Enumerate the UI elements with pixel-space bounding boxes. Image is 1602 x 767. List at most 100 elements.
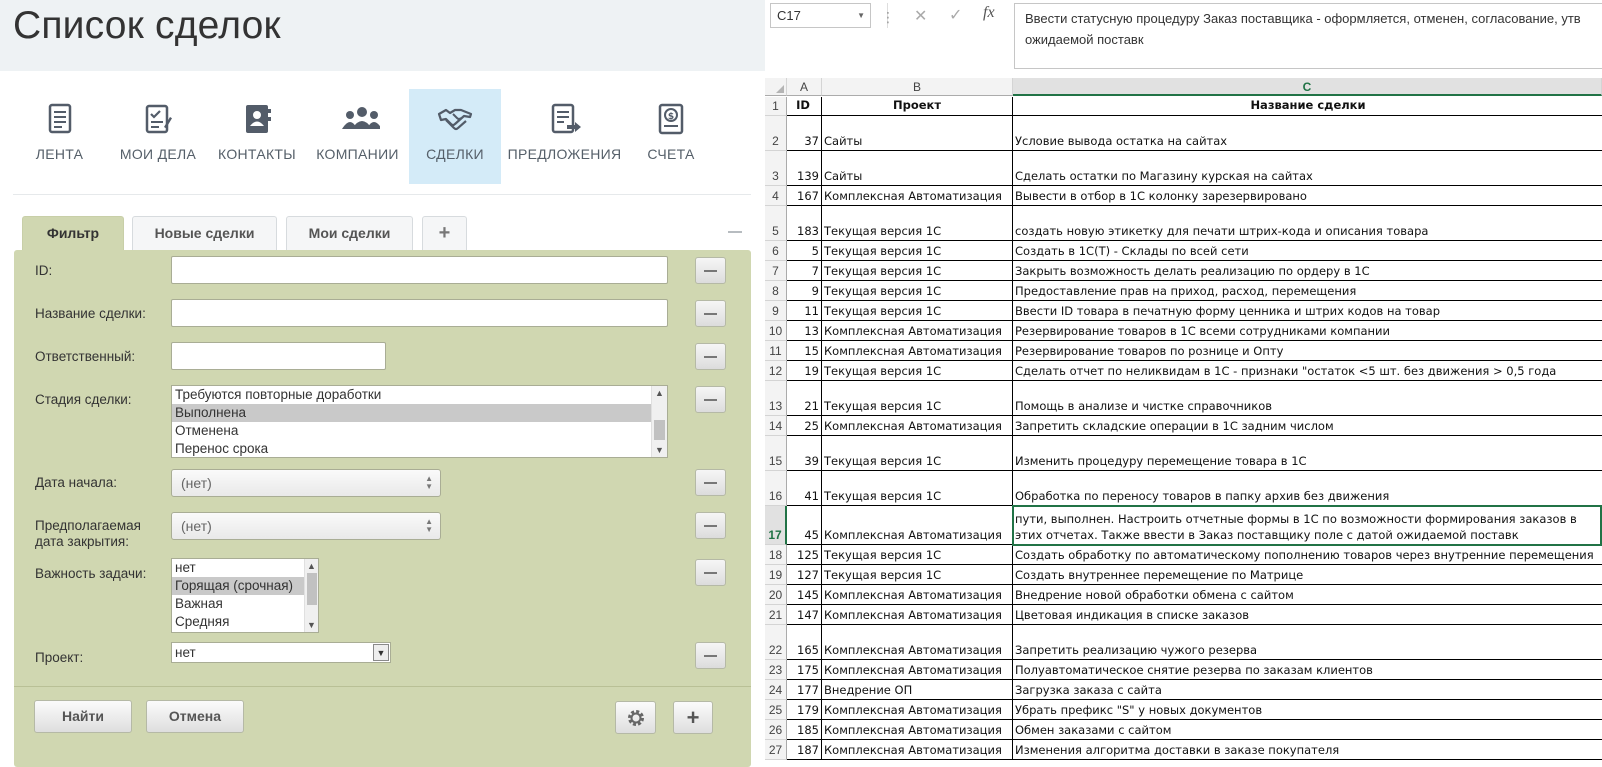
cell-deal-name[interactable]: Полуавтоматическое снятие резерва по зак… bbox=[1013, 660, 1602, 680]
row-header[interactable]: 23 bbox=[765, 660, 787, 680]
deal-name-field[interactable] bbox=[171, 299, 668, 327]
row-header[interactable]: 13 bbox=[765, 381, 787, 416]
stage-option[interactable]: Требуются повторные доработки bbox=[172, 386, 667, 404]
project-select[interactable]: нет ▼ bbox=[171, 642, 391, 663]
tab-new-deals[interactable]: Новые сделки bbox=[132, 216, 277, 250]
scroll-up-icon[interactable]: ▲ bbox=[652, 386, 667, 400]
row-header[interactable]: 18 bbox=[765, 545, 787, 565]
cell-id[interactable]: 127 bbox=[787, 565, 822, 585]
nav-item-feed[interactable]: ЛЕНТА bbox=[13, 89, 106, 184]
cell-project[interactable]: Комплексная Автоматизация bbox=[822, 416, 1013, 436]
formula-bar[interactable]: Ввести статусную процедуру Заказ поставщ… bbox=[1014, 3, 1602, 69]
cell-id[interactable]: 19 bbox=[787, 361, 822, 381]
cell-project[interactable]: Текущая версия 1С bbox=[822, 471, 1013, 506]
cell-id[interactable]: ID bbox=[787, 97, 822, 116]
priority-option[interactable]: Важная bbox=[172, 595, 318, 613]
cell-id[interactable]: 41 bbox=[787, 471, 822, 506]
cell-project[interactable]: Текущая версия 1С bbox=[822, 361, 1013, 381]
cancel-button[interactable]: Отмена bbox=[146, 700, 244, 733]
stage-option[interactable]: Перенос срока bbox=[172, 440, 667, 457]
row-header[interactable]: 2 bbox=[765, 116, 787, 151]
nav-item-companies[interactable]: КОМПАНИИ bbox=[310, 89, 405, 184]
row-header[interactable]: 10 bbox=[765, 321, 787, 341]
remove-deal-name-button[interactable] bbox=[695, 300, 726, 327]
stage-option[interactable]: Отменена bbox=[172, 422, 667, 440]
stage-scrollbar[interactable]: ▲ ▼ bbox=[651, 386, 667, 457]
row-header[interactable]: 15 bbox=[765, 436, 787, 471]
scroll-thumb[interactable] bbox=[654, 420, 665, 440]
cell-id[interactable]: 15 bbox=[787, 341, 822, 361]
cell-id[interactable]: 187 bbox=[787, 740, 822, 760]
cell-project[interactable]: Текущая версия 1С bbox=[822, 565, 1013, 585]
row-header[interactable]: 6 bbox=[765, 241, 787, 261]
cell-project[interactable]: Внедрение ОП bbox=[822, 680, 1013, 700]
select-all-corner[interactable] bbox=[765, 78, 787, 96]
cell-project[interactable]: Комплексная Автоматизация bbox=[822, 186, 1013, 206]
cell-id[interactable]: 21 bbox=[787, 381, 822, 416]
cell-project[interactable]: Текущая версия 1С bbox=[822, 381, 1013, 416]
cell-deal-name[interactable]: Создать обработку по автоматическому поп… bbox=[1013, 545, 1602, 565]
cell-id[interactable]: 183 bbox=[787, 206, 822, 241]
chevron-down-icon[interactable]: ▼ bbox=[857, 4, 865, 27]
cell-deal-name[interactable]: пути, выполнен. Настроить отчетные формы… bbox=[1013, 506, 1602, 545]
cell-deal-name[interactable]: Обмен заказами с сайтом bbox=[1013, 720, 1602, 740]
insert-function-icon[interactable]: fx bbox=[983, 4, 995, 22]
cell-deal-name[interactable]: Внедрение новой обработки обмена с сайто… bbox=[1013, 585, 1602, 605]
cell-id[interactable]: 167 bbox=[787, 186, 822, 206]
tab-filter[interactable]: Фильтр bbox=[22, 216, 124, 252]
cell-deal-name[interactable]: Изменить процедуру перемещение товара в … bbox=[1013, 436, 1602, 471]
stage-listbox[interactable]: Требуются повторные доработки Выполнена … bbox=[171, 385, 668, 458]
cell-id[interactable]: 179 bbox=[787, 700, 822, 720]
cell-deal-name[interactable]: Загрузка заказа с сайта bbox=[1013, 680, 1602, 700]
cell-project[interactable]: Сайты bbox=[822, 116, 1013, 151]
remove-close-date-button[interactable] bbox=[695, 512, 726, 539]
cell-project[interactable]: Комплексная Автоматизация bbox=[822, 625, 1013, 660]
row-header[interactable]: 27 bbox=[765, 740, 787, 760]
nav-item-invoices[interactable]: $ СЧЕТА bbox=[625, 89, 717, 184]
row-header[interactable]: 3 bbox=[765, 151, 787, 186]
cell-project[interactable]: Комплексная Автоматизация bbox=[822, 660, 1013, 680]
row-header[interactable]: 16 bbox=[765, 471, 787, 506]
row-header[interactable]: 9 bbox=[765, 301, 787, 321]
remove-id-button[interactable] bbox=[695, 257, 726, 284]
row-header[interactable]: 8 bbox=[765, 281, 787, 301]
remove-stage-button[interactable] bbox=[695, 386, 726, 413]
cell-deal-name[interactable]: создать новую этикетку для печати штрих-… bbox=[1013, 206, 1602, 241]
cell-deal-name[interactable]: Сделать остатки по Магазину курская на с… bbox=[1013, 151, 1602, 186]
remove-start-date-button[interactable] bbox=[695, 469, 726, 496]
cell-id[interactable]: 177 bbox=[787, 680, 822, 700]
cell-project[interactable]: Сайты bbox=[822, 151, 1013, 186]
row-header[interactable]: 17 bbox=[765, 506, 787, 545]
cell-id[interactable]: 145 bbox=[787, 585, 822, 605]
cell-id[interactable]: 25 bbox=[787, 416, 822, 436]
nav-item-deals[interactable]: СДЕЛКИ bbox=[409, 89, 501, 184]
stage-option-selected[interactable]: Выполнена bbox=[172, 404, 667, 422]
add-tab-button[interactable]: + bbox=[422, 216, 467, 250]
cell-project[interactable]: Текущая версия 1С bbox=[822, 301, 1013, 321]
find-button[interactable]: Найти bbox=[34, 700, 132, 733]
worksheet-grid[interactable]: A B C 1 ID Проект Название сделки 2 37 Сайты Ус… bbox=[765, 78, 1602, 767]
cell-deal-name[interactable]: Помощь в анализе и чистке справочников bbox=[1013, 381, 1602, 416]
name-box[interactable]: C17 ▼ bbox=[770, 3, 871, 28]
chevron-down-icon[interactable]: ▼ bbox=[373, 644, 389, 661]
cell-deal-name[interactable]: Цветовая индикация в списке заказов bbox=[1013, 605, 1602, 625]
column-header-b[interactable]: B bbox=[822, 78, 1013, 96]
cell-project[interactable]: Комплексная Автоматизация bbox=[822, 585, 1013, 605]
cell-deal-name[interactable]: Запретить складские операции в 1С задним… bbox=[1013, 416, 1602, 436]
cell-id[interactable]: 39 bbox=[787, 436, 822, 471]
cell-id[interactable]: 7 bbox=[787, 261, 822, 281]
more-icon[interactable]: ⋮ bbox=[881, 9, 895, 26]
cell-project[interactable]: Текущая версия 1С bbox=[822, 241, 1013, 261]
nav-item-my-tasks[interactable]: МОИ ДЕЛА bbox=[112, 89, 204, 184]
row-header[interactable]: 12 bbox=[765, 361, 787, 381]
cell-project[interactable]: Текущая версия 1С bbox=[822, 206, 1013, 241]
priority-option[interactable]: Средняя bbox=[172, 613, 318, 631]
cell-id[interactable]: 165 bbox=[787, 625, 822, 660]
priority-option-selected[interactable]: Горящая (срочная) bbox=[172, 577, 318, 595]
row-header[interactable]: 5 bbox=[765, 206, 787, 241]
settings-button[interactable] bbox=[615, 701, 656, 734]
row-header[interactable]: 26 bbox=[765, 720, 787, 740]
cell-id[interactable]: 5 bbox=[787, 241, 822, 261]
collapse-icon[interactable] bbox=[728, 231, 742, 233]
cell-deal-name[interactable]: Название сделки bbox=[1013, 97, 1602, 116]
